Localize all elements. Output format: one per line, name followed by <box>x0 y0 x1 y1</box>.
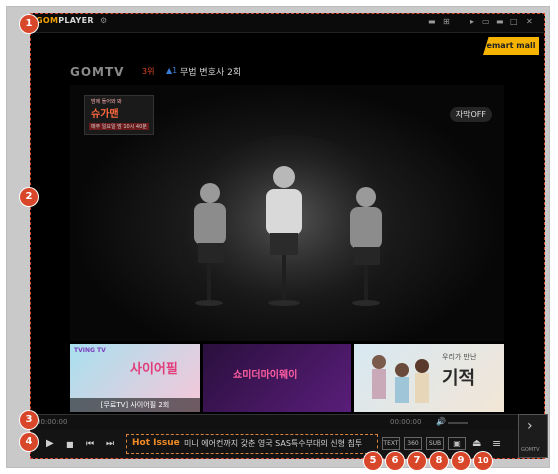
sponsor-badge[interactable]: emart mall <box>483 37 539 55</box>
callout-1: 1 <box>20 15 38 33</box>
volume-slider[interactable] <box>448 422 468 424</box>
skin-icon[interactable]: ▸ <box>470 17 474 27</box>
pin-icon[interactable]: ⊞ <box>443 17 450 27</box>
player-window: GOMPLAYER ⚙ ▬ ⊞ ▸ ▭ ▬ □ ✕ emart mall GOM… <box>30 13 545 459</box>
subtitle-button[interactable]: SUB <box>426 437 444 450</box>
thumbnail-3-people <box>372 355 429 403</box>
thumbnail-2[interactable]: 쇼미더마이웨이 <box>203 344 351 412</box>
settings-icon[interactable]: ⚙ <box>100 16 107 25</box>
mini-mode-icon[interactable]: ▭ <box>482 17 490 27</box>
callout-2: 2 <box>20 188 38 206</box>
title-bar[interactable]: GOMPLAYER ⚙ ▬ ⊞ ▸ ▭ ▬ □ ✕ <box>30 13 545 33</box>
callout-6: 6 <box>386 452 404 470</box>
news-ticker[interactable]: 미니 에어컨까지 갖춘 영국 SAS특수부대의 신형 침투 <box>184 438 374 449</box>
thumbnail-3[interactable]: 우리가 만난 기적 <box>354 344 504 412</box>
thumbnail-3-title: 기적 <box>442 368 476 389</box>
gomtv-logo: GOMTV <box>70 65 125 79</box>
callout-10: 10 <box>474 452 492 470</box>
text-button[interactable]: TEXT <box>382 437 400 450</box>
side-panel-label: GOMTV <box>521 447 540 453</box>
callout-3: 3 <box>20 411 38 429</box>
stage-scene <box>180 135 400 335</box>
chevron-right-icon: › <box>527 418 533 434</box>
seek-bar[interactable]: 00:00:00 00:00:00 🔊 <box>30 414 545 431</box>
recommended-thumbnails: TVING TV 사이어필 [무료TV] 사이어필 2회 쇼미더마이웨이 우리가… <box>70 344 504 412</box>
minimize-icon[interactable]: ▬ <box>496 17 504 27</box>
thumbnail-1-title: 사이어필 <box>130 362 178 377</box>
elapsed-time: 00:00:00 <box>36 418 68 426</box>
thumbnail-1-caption: [무료TV] 사이어필 2회 <box>70 398 200 412</box>
video-area[interactable]: 밤에 들어와 봐 슈가맨 매주 일요일 밤 10시 40분 자막OFF <box>70 85 504 341</box>
capture-button[interactable]: ▣ <box>448 437 466 450</box>
rank-label: 3위 <box>142 67 155 76</box>
program-title[interactable]: 무법 변호사 2회 <box>180 65 241 78</box>
previous-icon[interactable]: ⏮ <box>86 438 94 450</box>
menu-icon[interactable]: ≡ <box>492 438 501 450</box>
thumbnail-2-title: 쇼미더마이웨이 <box>233 370 298 381</box>
play-icon[interactable]: ▶ <box>46 438 54 450</box>
app-logo: GOMPLAYER ⚙ <box>36 16 108 25</box>
minimize-bar-icon[interactable]: ▬ <box>428 17 436 27</box>
rank-change: ▲1 <box>166 66 178 75</box>
callout-4: 4 <box>20 433 38 451</box>
thumbnail-1-tag: TVING TV <box>74 347 106 354</box>
callout-9: 9 <box>452 452 470 470</box>
side-panel-toggle[interactable]: › GOMTV <box>518 414 548 458</box>
close-icon[interactable]: ✕ <box>526 17 533 27</box>
eject-icon[interactable]: ⏏ <box>472 438 481 450</box>
360-button[interactable]: 360 <box>404 437 422 450</box>
thumbnail-1[interactable]: TVING TV 사이어필 [무료TV] 사이어필 2회 <box>70 344 200 412</box>
hot-issue-label: Hot Issue <box>132 438 180 448</box>
callout-8: 8 <box>430 452 448 470</box>
maximize-icon[interactable]: □ <box>510 17 518 27</box>
callout-7: 7 <box>408 452 426 470</box>
volume-icon[interactable]: 🔊 <box>436 417 446 426</box>
callout-5: 5 <box>364 452 382 470</box>
thumbnail-3-subtitle: 우리가 만난 <box>442 353 477 361</box>
stop-icon[interactable]: ■ <box>66 439 74 451</box>
next-icon[interactable]: ⏭ <box>106 438 114 450</box>
total-time: 00:00:00 <box>390 418 422 426</box>
